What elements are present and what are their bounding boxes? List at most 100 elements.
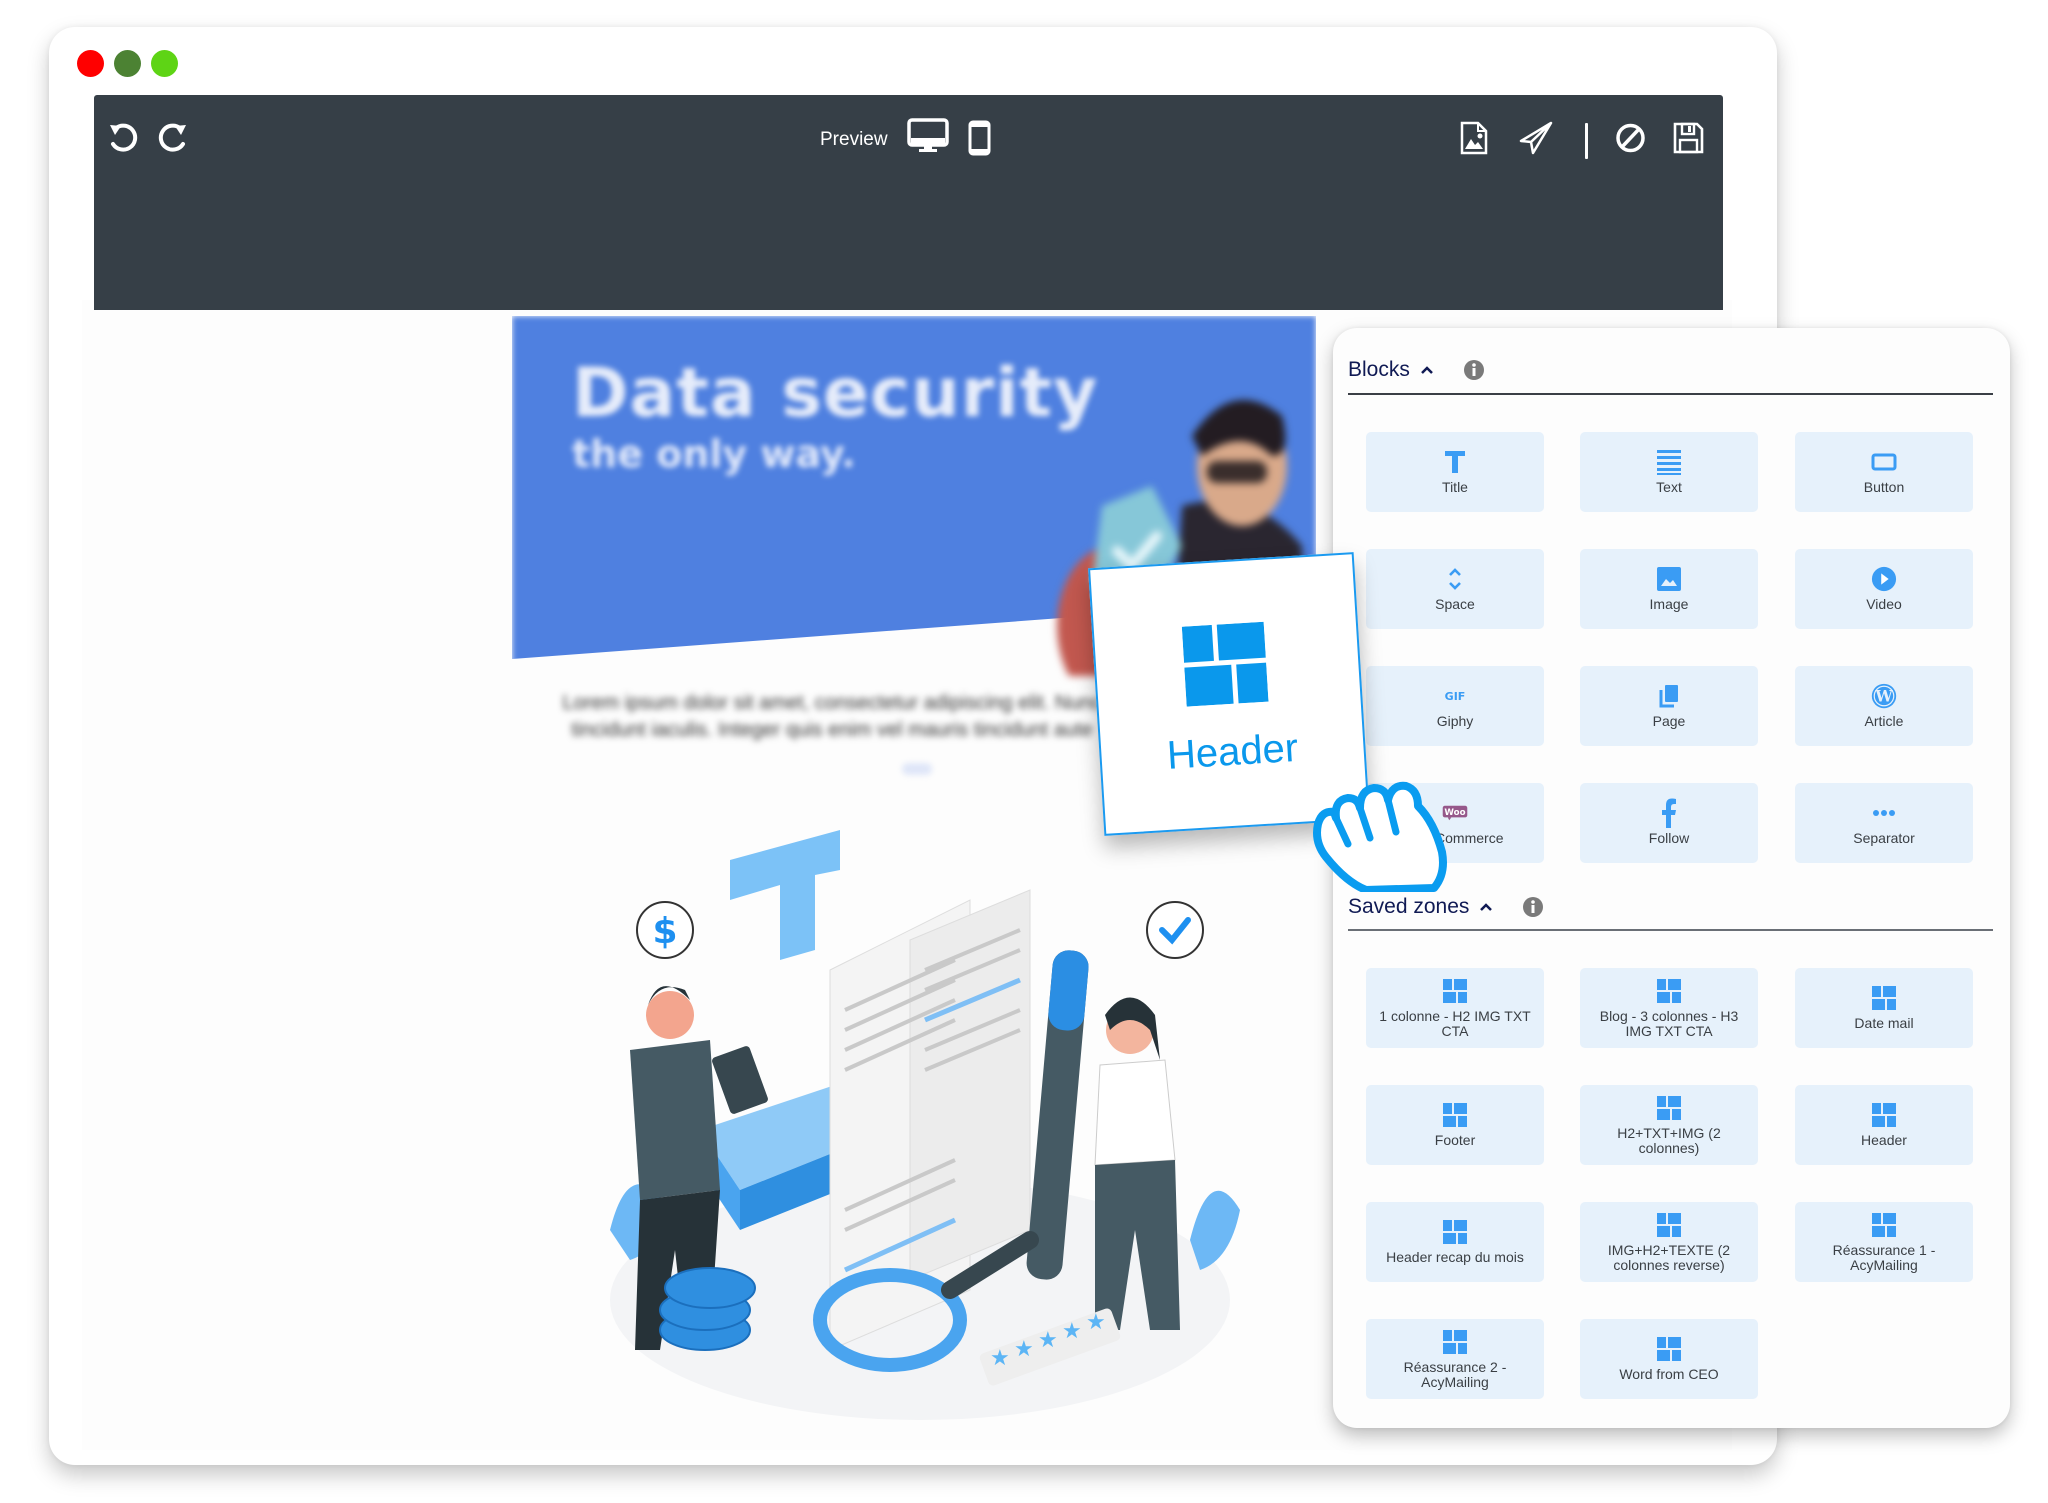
grid-icon bbox=[1871, 985, 1897, 1011]
saved-zone-label: H2+TXT+IMG (2 colonnes) bbox=[1617, 1124, 1721, 1156]
block-text[interactable]: Text bbox=[1580, 432, 1758, 512]
button-icon bbox=[1871, 449, 1897, 475]
block-label: Button bbox=[1863, 479, 1905, 495]
separator-icon bbox=[1871, 800, 1897, 826]
content-illustration: $ ★ ★ ★ ★ ★ bbox=[610, 830, 1240, 1420]
block-button[interactable]: Button bbox=[1795, 432, 1973, 512]
title-icon bbox=[1442, 449, 1468, 475]
saved-zone-tile[interactable]: Blog - 3 colonnes - H3 IMG TXT CTA bbox=[1580, 968, 1758, 1048]
block-label: Follow bbox=[1648, 830, 1690, 846]
paragraph-line: Lorem ipsum dolor sit amet, consectetur … bbox=[562, 692, 1102, 714]
desktop-icon[interactable] bbox=[907, 118, 949, 154]
redo-icon[interactable] bbox=[158, 122, 188, 154]
grid-icon bbox=[1442, 1219, 1468, 1245]
block-separator[interactable]: Separator bbox=[1795, 783, 1973, 863]
page-icon bbox=[1656, 683, 1682, 709]
saved-zone-label: Date mail bbox=[1854, 1015, 1914, 1031]
cancel-icon[interactable] bbox=[1615, 122, 1646, 154]
saved-zone-label: Header recap du mois bbox=[1386, 1249, 1524, 1265]
block-label: Space bbox=[1435, 596, 1475, 612]
saved-zone-tile[interactable]: Word from CEO bbox=[1580, 1319, 1758, 1399]
undo-icon[interactable] bbox=[108, 122, 138, 154]
video-icon bbox=[1871, 566, 1897, 592]
paragraph-line: tincidunt iaculis. Integer quis enim vel… bbox=[571, 719, 1093, 741]
grid-icon bbox=[1656, 1095, 1682, 1121]
wordpress-icon: W bbox=[1871, 683, 1897, 709]
saved-zone-tile[interactable]: Réassurance 2 - AcyMailing bbox=[1366, 1319, 1544, 1399]
saved-zones-divider bbox=[1348, 929, 1993, 931]
grid-icon bbox=[1181, 621, 1269, 707]
block-video[interactable]: Video bbox=[1795, 549, 1973, 629]
saved-zone-label: Réassurance 1 - AcyMailing bbox=[1832, 1241, 1936, 1273]
grid-icon bbox=[1656, 1336, 1682, 1362]
saved-zone-tile[interactable]: H2+TXT+IMG (2 colonnes) bbox=[1580, 1085, 1758, 1165]
saved-zone-tile[interactable]: Header bbox=[1795, 1085, 1973, 1165]
text-icon bbox=[1656, 449, 1682, 475]
svg-text:★: ★ bbox=[1086, 1310, 1106, 1335]
chevron-up-icon[interactable] bbox=[1420, 365, 1434, 375]
block-page[interactable]: Page bbox=[1580, 666, 1758, 746]
image-icon bbox=[1656, 566, 1682, 592]
saved-zone-label: Réassurance 2 - AcyMailing bbox=[1403, 1358, 1507, 1390]
saved-zone-tile[interactable]: Réassurance 1 - AcyMailing bbox=[1795, 1202, 1973, 1282]
blocks-section-title: Blocks bbox=[1348, 358, 1410, 381]
hero-title: Data security bbox=[572, 354, 1099, 433]
svg-text:★: ★ bbox=[1062, 1319, 1082, 1344]
saved-zone-label: 1 colonne - H2 IMG TXT CTA bbox=[1379, 1007, 1531, 1039]
block-label: Separator bbox=[1853, 830, 1915, 846]
block-label: Title bbox=[1442, 479, 1468, 495]
info-icon[interactable] bbox=[1523, 897, 1544, 917]
svg-text:W: W bbox=[1874, 688, 1893, 706]
saved-zone-label: Header bbox=[1861, 1132, 1907, 1148]
gif-icon: GIF bbox=[1442, 683, 1468, 709]
saved-zone-tile[interactable]: 1 colonne - H2 IMG TXT CTA bbox=[1366, 968, 1544, 1048]
saved-zones-section-title: Saved zones bbox=[1348, 895, 1470, 918]
block-label: Video bbox=[1866, 596, 1902, 612]
block-title[interactable]: Title bbox=[1366, 432, 1544, 512]
block-space[interactable]: Space bbox=[1366, 549, 1544, 629]
block-follow[interactable]: Follow bbox=[1580, 783, 1758, 863]
svg-text:$: $ bbox=[652, 911, 677, 952]
saved-zone-tile[interactable]: IMG+H2+TEXTE (2 colonnes reverse) bbox=[1580, 1202, 1758, 1282]
send-icon[interactable] bbox=[1519, 121, 1553, 155]
preview-label: Preview bbox=[820, 129, 888, 150]
grab-cursor-icon bbox=[1313, 781, 1447, 892]
block-giphy[interactable]: GIF Giphy bbox=[1366, 666, 1544, 746]
saved-zone-label: Blog - 3 colonnes - H3 IMG TXT CTA bbox=[1599, 1007, 1739, 1039]
block-label: Image bbox=[1649, 596, 1689, 612]
saved-zone-label: Footer bbox=[1434, 1132, 1476, 1148]
saved-zone-label: IMG+H2+TEXTE (2 colonnes reverse) bbox=[1607, 1241, 1731, 1273]
saved-zone-tile[interactable]: Date mail bbox=[1795, 968, 1973, 1048]
grid-icon bbox=[1656, 978, 1682, 1004]
grid-icon bbox=[1442, 1102, 1468, 1128]
toolbar-divider bbox=[1585, 123, 1588, 159]
window-maximize-button[interactable] bbox=[151, 50, 178, 77]
hero-subtitle: the only way. bbox=[572, 432, 856, 476]
saved-zone-tile[interactable]: Footer bbox=[1366, 1085, 1544, 1165]
saved-zone-label: Word from CEO bbox=[1619, 1366, 1719, 1382]
save-icon[interactable] bbox=[1673, 122, 1704, 154]
space-icon bbox=[1442, 566, 1468, 592]
mobile-icon[interactable] bbox=[968, 120, 991, 156]
window-close-button[interactable] bbox=[77, 50, 104, 77]
block-article[interactable]: W Article bbox=[1795, 666, 1973, 746]
chevron-up-icon[interactable] bbox=[1479, 902, 1493, 912]
grid-icon bbox=[1442, 978, 1468, 1004]
grid-icon bbox=[1656, 1212, 1682, 1238]
svg-text:★: ★ bbox=[1038, 1328, 1058, 1353]
svg-text:GIF: GIF bbox=[1445, 690, 1466, 703]
saved-zones-section-header[interactable]: Saved zones bbox=[1348, 893, 1544, 921]
svg-text:★: ★ bbox=[1014, 1337, 1034, 1362]
info-icon[interactable] bbox=[1463, 360, 1484, 380]
block-label: Text bbox=[1656, 479, 1682, 495]
preview-paragraph: Lorem ipsum dolor sit amet, consectetur … bbox=[532, 690, 1132, 744]
facebook-icon bbox=[1656, 798, 1682, 828]
window-minimize-button[interactable] bbox=[114, 50, 141, 77]
grid-icon bbox=[1871, 1212, 1897, 1238]
block-image[interactable]: Image bbox=[1580, 549, 1758, 629]
blocks-section-header[interactable]: Blocks bbox=[1348, 356, 1484, 384]
block-label: Article bbox=[1864, 713, 1904, 729]
grid-icon bbox=[1442, 1329, 1468, 1355]
saved-zone-tile[interactable]: Header recap du mois bbox=[1366, 1202, 1544, 1282]
image-file-icon[interactable] bbox=[1459, 121, 1489, 155]
